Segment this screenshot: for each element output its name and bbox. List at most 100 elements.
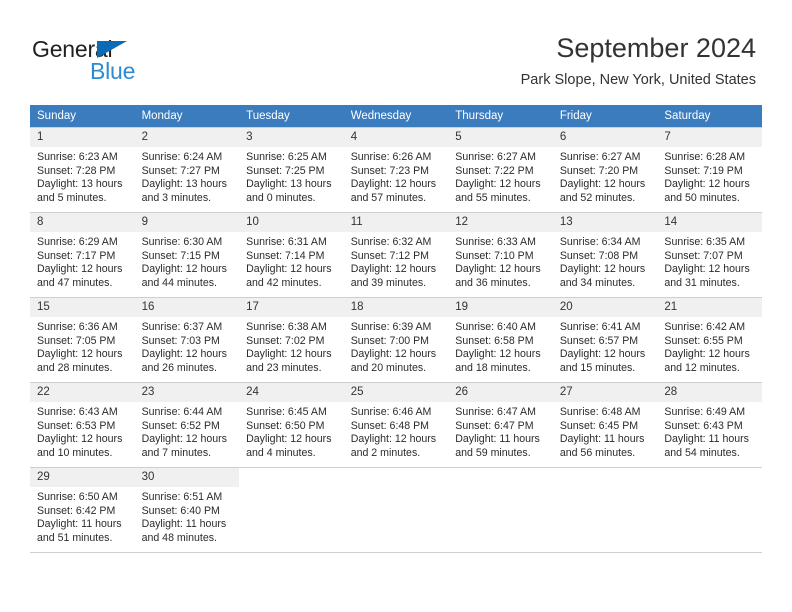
day-cell[interactable]: 4 Sunrise: 6:26 AM Sunset: 7:23 PM Daylight… — [343, 127, 449, 213]
day-cell[interactable]: 19 Sunrise: 6:40 AM Sunset: 6:58 PM Dayligh… — [448, 297, 553, 383]
sunset-text: Sunset: 6:47 PM — [455, 419, 534, 432]
day-cell[interactable]: 10 Sunrise: 6:31 AM Sunset: 7:14 PM Dayligh… — [239, 212, 344, 298]
sunrise-text: Sunrise: 6:34 AM — [559, 236, 641, 248]
general-blue-logo[interactable]: General Blue — [32, 36, 232, 88]
day-cell[interactable]: 23 Sunrise: 6:44 AM Sunset: 6:52 PM Dayligh… — [134, 382, 240, 468]
daylight-text-line2: and 5 minutes. — [37, 191, 107, 204]
daylight-text-line2: and 15 minutes. — [559, 361, 636, 374]
daylight-text-line2: and 10 minutes. — [37, 446, 113, 459]
week-row: 29 Sunrise: 6:50 AM Sunset: 6:42 PM Dayligh… — [30, 467, 762, 553]
day-cell[interactable]: 20 Sunrise: 6:41 AM Sunset: 6:57 PM Dayligh… — [552, 297, 658, 383]
daylight-text-line2: and 59 minutes. — [455, 446, 531, 459]
day-cell[interactable]: 30 Sunrise: 6:51 AM Sunset: 6:40 PM Dayligh… — [134, 467, 240, 553]
page-header: General Blue September 2024 Park Slope, … — [0, 0, 792, 100]
sunset-text: Sunset: 6:50 PM — [246, 419, 325, 432]
day-number: 19 — [448, 298, 553, 317]
day-number: 13 — [552, 213, 658, 232]
sunrise-text: Sunrise: 6:27 AM — [455, 151, 536, 163]
sunset-text: Sunset: 7:02 PM — [246, 334, 325, 347]
daylight-text-line1: Daylight: 11 hours — [455, 433, 540, 446]
daylight-text-line2: and 42 minutes. — [246, 276, 322, 289]
daylight-text-line2: and 31 minutes. — [664, 276, 740, 289]
weekday-header-row: Sunday Monday Tuesday Wednesday Thursday… — [30, 105, 762, 128]
daylight-text-line1: Daylight: 13 hours — [141, 178, 227, 191]
day-cell[interactable]: 7 Sunrise: 6:28 AM Sunset: 7:19 PM Daylight… — [657, 127, 762, 213]
day-number: 18 — [343, 298, 449, 317]
day-details: Sunrise: 6:28 AM Sunset: 7:19 PM Daylight:… — [657, 147, 762, 205]
week-row: 8 Sunrise: 6:29 AM Sunset: 7:17 PM Daylight… — [30, 212, 762, 298]
day-details: Sunrise: 6:36 AM Sunset: 7:05 PM Daylight:… — [30, 317, 135, 375]
weekday-header-saturday: Saturday — [657, 105, 762, 128]
daylight-text-line1: Daylight: 12 hours — [350, 178, 437, 191]
sunrise-text: Sunrise: 6:36 AM — [37, 321, 118, 333]
daylight-text-line1: Daylight: 11 hours — [559, 433, 645, 446]
day-number: 15 — [30, 298, 135, 317]
week-row: 15 Sunrise: 6:36 AM Sunset: 7:05 PM Dayligh… — [30, 297, 762, 383]
sunrise-text: Sunrise: 6:49 AM — [664, 406, 746, 418]
day-cell[interactable]: 12 Sunrise: 6:33 AM Sunset: 7:10 PM Dayligh… — [448, 212, 553, 298]
day-number: 28 — [657, 383, 762, 402]
day-details: Sunrise: 6:34 AM Sunset: 7:08 PM Daylight:… — [553, 232, 658, 290]
sunrise-text: Sunrise: 6:40 AM — [455, 321, 536, 333]
day-cell[interactable]: 28 Sunrise: 6:49 AM Sunset: 6:43 PM Dayligh… — [657, 382, 762, 468]
daylight-text-line2: and 50 minutes. — [664, 191, 740, 204]
sunset-text: Sunset: 7:25 PM — [246, 164, 325, 177]
day-details: Sunrise: 6:47 AM Sunset: 6:47 PM Daylight:… — [448, 402, 553, 460]
day-cell[interactable]: 29 Sunrise: 6:50 AM Sunset: 6:42 PM Dayligh… — [30, 467, 135, 553]
sunset-text: Sunset: 7:05 PM — [37, 334, 116, 347]
sunset-text: Sunset: 6:42 PM — [37, 504, 116, 517]
day-cell[interactable]: 18 Sunrise: 6:39 AM Sunset: 7:00 PM Dayligh… — [343, 297, 449, 383]
day-cell[interactable]: 15 Sunrise: 6:36 AM Sunset: 7:05 PM Dayligh… — [30, 297, 135, 383]
day-cell[interactable]: 3 Sunrise: 6:25 AM Sunset: 7:25 PM Daylight… — [239, 127, 344, 213]
day-cell[interactable]: 26 Sunrise: 6:47 AM Sunset: 6:47 PM Dayligh… — [448, 382, 553, 468]
daylight-text-line2: and 28 minutes. — [37, 361, 113, 374]
day-cell[interactable]: 2 Sunrise: 6:24 AM Sunset: 7:27 PM Daylight… — [134, 127, 240, 213]
day-cell[interactable]: 9 Sunrise: 6:30 AM Sunset: 7:15 PM Daylight… — [134, 212, 240, 298]
day-details: Sunrise: 6:37 AM Sunset: 7:03 PM Daylight:… — [135, 317, 240, 375]
weekday-header-monday: Monday — [134, 105, 240, 128]
day-number: 5 — [448, 128, 553, 147]
day-details: Sunrise: 6:48 AM Sunset: 6:45 PM Daylight:… — [553, 402, 658, 460]
day-cell[interactable]: 6 Sunrise: 6:27 AM Sunset: 7:20 PM Daylight… — [552, 127, 658, 213]
sunset-text: Sunset: 7:03 PM — [141, 334, 220, 347]
day-cell[interactable]: 1 Sunrise: 6:23 AM Sunset: 7:28 PM Daylight… — [30, 127, 135, 213]
day-cell[interactable]: 17 Sunrise: 6:38 AM Sunset: 7:02 PM Dayligh… — [239, 297, 344, 383]
daylight-text-line1: Daylight: 12 hours — [246, 433, 332, 446]
daylight-text-line2: and 48 minutes. — [141, 531, 217, 544]
sunset-text: Sunset: 7:08 PM — [559, 249, 639, 262]
daylight-text-line1: Daylight: 12 hours — [664, 348, 750, 361]
weekday-header-friday: Friday — [552, 105, 658, 128]
daylight-text-line1: Daylight: 12 hours — [141, 433, 227, 446]
sunset-text: Sunset: 7:12 PM — [350, 249, 430, 262]
day-cell[interactable]: 8 Sunrise: 6:29 AM Sunset: 7:17 PM Daylight… — [30, 212, 135, 298]
day-details: Sunrise: 6:23 AM Sunset: 7:28 PM Daylight:… — [30, 147, 135, 205]
logo-text-blue: Blue — [90, 58, 136, 84]
sunset-text: Sunset: 7:15 PM — [141, 249, 220, 262]
day-details: Sunrise: 6:41 AM Sunset: 6:57 PM Daylight:… — [553, 317, 658, 375]
day-details: Sunrise: 6:49 AM Sunset: 6:43 PM Daylight:… — [657, 402, 762, 460]
day-number — [239, 468, 344, 487]
day-cell[interactable]: 13 Sunrise: 6:34 AM Sunset: 7:08 PM Dayligh… — [552, 212, 658, 298]
daylight-text-line2: and 4 minutes. — [246, 446, 316, 459]
sunrise-text: Sunrise: 6:24 AM — [141, 151, 223, 163]
day-cell[interactable]: 22 Sunrise: 6:43 AM Sunset: 6:53 PM Dayligh… — [30, 382, 135, 468]
day-cell[interactable]: 16 Sunrise: 6:37 AM Sunset: 7:03 PM Dayligh… — [134, 297, 240, 383]
daylight-text-line2: and 7 minutes. — [141, 446, 212, 459]
day-number: 24 — [239, 383, 344, 402]
day-details: Sunrise: 6:27 AM Sunset: 7:22 PM Daylight:… — [448, 147, 553, 205]
day-details: Sunrise: 6:33 AM Sunset: 7:10 PM Daylight:… — [448, 232, 553, 290]
day-cell[interactable]: 5 Sunrise: 6:27 AM Sunset: 7:22 PM Daylight… — [448, 127, 553, 213]
daylight-text-line2: and 47 minutes. — [37, 276, 113, 289]
day-cell[interactable]: 14 Sunrise: 6:35 AM Sunset: 7:07 PM Dayligh… — [657, 212, 762, 298]
day-cell[interactable]: 25 Sunrise: 6:46 AM Sunset: 6:48 PM Dayligh… — [343, 382, 449, 468]
sunrise-text: Sunrise: 6:45 AM — [246, 406, 327, 418]
day-cell[interactable]: 24 Sunrise: 6:45 AM Sunset: 6:50 PM Dayligh… — [239, 382, 344, 468]
day-details: Sunrise: 6:43 AM Sunset: 6:53 PM Daylight:… — [30, 402, 135, 460]
day-cell[interactable]: 21 Sunrise: 6:42 AM Sunset: 6:55 PM Dayligh… — [657, 297, 762, 383]
day-cell[interactable]: 11 Sunrise: 6:32 AM Sunset: 7:12 PM Dayligh… — [343, 212, 449, 298]
day-cell[interactable]: 27 Sunrise: 6:48 AM Sunset: 6:45 PM Dayligh… — [552, 382, 658, 468]
daylight-text-line1: Daylight: 12 hours — [37, 263, 123, 276]
sunrise-text: Sunrise: 6:37 AM — [141, 321, 223, 333]
sunset-text: Sunset: 6:52 PM — [141, 419, 220, 432]
day-number: 12 — [448, 213, 553, 232]
